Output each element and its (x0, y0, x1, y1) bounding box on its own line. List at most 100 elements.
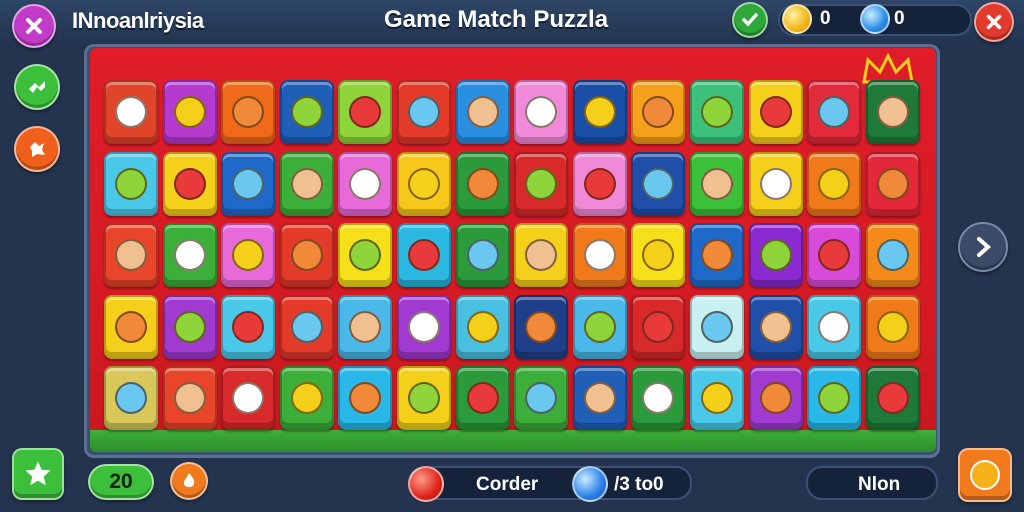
tile[interactable] (748, 223, 803, 287)
close-right-button[interactable] (974, 2, 1014, 42)
tile[interactable] (455, 223, 510, 287)
tile[interactable] (690, 294, 744, 359)
tile[interactable] (572, 294, 627, 359)
tile[interactable] (572, 151, 627, 216)
tile[interactable] (397, 294, 451, 359)
tile[interactable] (514, 80, 569, 144)
tile[interactable] (631, 294, 686, 359)
lemon-icon (525, 96, 558, 128)
tile[interactable] (338, 366, 393, 430)
tile[interactable] (397, 366, 451, 430)
tile[interactable] (631, 366, 686, 430)
tile[interactable] (807, 151, 862, 216)
shuffle-gem-icon[interactable] (572, 466, 608, 502)
next-panel[interactable]: Nlon (806, 466, 938, 500)
tile[interactable] (865, 80, 920, 144)
tile[interactable] (807, 366, 862, 430)
shuffle-icon (29, 81, 45, 93)
tile[interactable] (162, 223, 217, 287)
star-button[interactable] (12, 448, 64, 500)
tile[interactable] (338, 223, 393, 287)
tile[interactable] (690, 223, 744, 287)
ghost-icon (583, 96, 616, 128)
tile[interactable] (338, 80, 393, 144)
carrot-icon (818, 239, 851, 271)
tile[interactable] (514, 151, 569, 216)
tile[interactable] (279, 80, 334, 144)
tile[interactable] (104, 294, 158, 359)
tile[interactable] (104, 80, 158, 144)
tile[interactable] (162, 80, 217, 144)
yellow-kid-icon (583, 167, 616, 200)
tile[interactable] (690, 151, 744, 216)
yellow-blob-icon (290, 382, 323, 414)
tile[interactable] (279, 151, 334, 216)
tile[interactable] (807, 223, 862, 287)
tile[interactable] (279, 223, 334, 287)
snail-icon (173, 239, 206, 271)
tile[interactable] (455, 294, 510, 359)
flame-icon (183, 473, 195, 487)
tile[interactable] (104, 366, 158, 430)
candy-icon (701, 239, 733, 271)
emoji-button[interactable] (958, 448, 1012, 502)
tile[interactable] (514, 366, 569, 430)
close-icon (26, 18, 42, 34)
tile[interactable] (631, 80, 686, 144)
tile[interactable] (338, 151, 393, 216)
tile[interactable] (279, 294, 334, 359)
hint-button[interactable] (14, 126, 60, 172)
tile[interactable] (514, 294, 569, 359)
tile[interactable] (338, 294, 393, 359)
tile[interactable] (572, 223, 627, 287)
white-cat-icon (876, 382, 909, 414)
tile[interactable] (807, 294, 862, 359)
blue-gem-icon (860, 4, 890, 34)
check-button[interactable] (732, 2, 768, 38)
tile[interactable] (748, 151, 803, 216)
tile[interactable] (221, 80, 276, 144)
tile[interactable] (221, 366, 276, 430)
heart-icon (818, 382, 851, 414)
tile[interactable] (162, 366, 217, 430)
tile[interactable] (397, 80, 451, 144)
tile[interactable] (455, 366, 510, 430)
tile[interactable] (748, 294, 803, 359)
bread-icon (525, 310, 558, 343)
tile[interactable] (162, 294, 217, 359)
tile[interactable] (221, 151, 276, 216)
bear-icon (466, 310, 499, 343)
tile[interactable] (748, 366, 803, 430)
next-page-button[interactable] (958, 222, 1008, 272)
boost-button[interactable] (170, 462, 208, 500)
tile[interactable] (397, 223, 451, 287)
tile[interactable] (514, 223, 569, 287)
egg-face-icon (232, 310, 265, 343)
close-left-button[interactable] (12, 4, 56, 48)
tile[interactable] (162, 151, 217, 216)
tile[interactable] (690, 366, 744, 430)
shuffle-button[interactable] (14, 64, 60, 110)
tile[interactable] (455, 80, 510, 144)
tile[interactable] (455, 151, 510, 216)
tile[interactable] (397, 151, 451, 216)
potato-icon (466, 382, 499, 414)
tile[interactable] (631, 223, 686, 287)
tile[interactable] (865, 366, 920, 430)
tile[interactable] (690, 80, 744, 144)
tile[interactable] (865, 151, 920, 216)
tile[interactable] (865, 223, 920, 287)
tile[interactable] (572, 366, 627, 430)
tile[interactable] (748, 80, 803, 144)
yellow-bird-icon (232, 167, 265, 200)
tile[interactable] (572, 80, 627, 144)
tile[interactable] (104, 151, 158, 216)
tile[interactable] (104, 223, 158, 287)
tile[interactable] (279, 366, 334, 430)
tile[interactable] (807, 80, 862, 144)
tile[interactable] (631, 151, 686, 216)
tile[interactable] (221, 223, 276, 287)
tile[interactable] (221, 294, 276, 359)
tile[interactable] (865, 294, 920, 359)
crayon-icon (115, 239, 147, 271)
